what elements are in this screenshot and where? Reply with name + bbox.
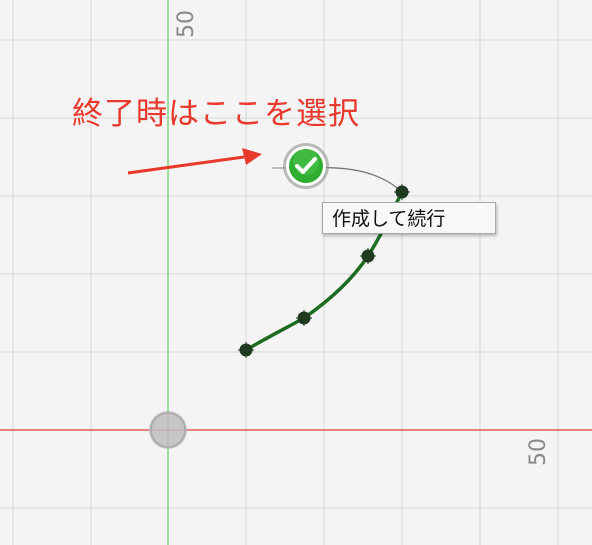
sketch-canvas[interactable]	[0, 0, 592, 545]
origin-icon[interactable]	[149, 411, 187, 449]
grid	[0, 0, 592, 545]
axis-label-top: 50	[174, 10, 199, 38]
axis-label-right: 50	[526, 438, 551, 466]
check-circle-icon[interactable]	[283, 143, 329, 189]
fit-point[interactable]	[394, 184, 410, 200]
annotation-arrow	[127, 148, 262, 175]
fit-point[interactable]	[238, 342, 254, 358]
instruction-annotation: 終了時はここを選択	[72, 96, 360, 132]
tooltip-create-continue: 作成して続行	[322, 202, 496, 234]
